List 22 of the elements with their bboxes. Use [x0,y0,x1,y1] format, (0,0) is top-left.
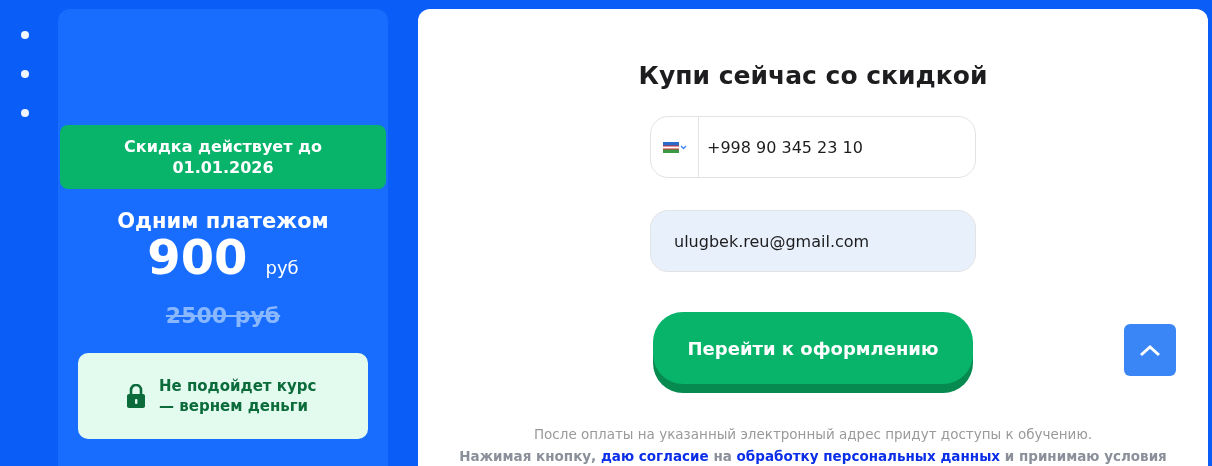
lock-icon [127,384,145,408]
carousel-dot[interactable] [21,31,29,39]
discount-banner: Скидка действует до 01.01.2026 [60,125,386,189]
old-price: 2500 руб [165,303,281,328]
consent-text: Нажимая кнопку, даю согласие на обработку персональных данных и принимаю условия [459,448,1167,464]
phone-field[interactable]: +998 90 345 23 10 [650,116,976,178]
phone-input[interactable]: +998 90 345 23 10 [699,137,975,157]
note-text: После оплаты на указанный электронный адрес придут доступы к обучению. [533,426,1093,442]
price: 900 [147,231,248,283]
carousel-dot[interactable] [21,109,29,117]
payment-label: Одним платежом [117,209,329,233]
flag-icon [662,142,679,153]
chevron-up-icon [1139,343,1161,357]
form-title: Купи сейчас со скидкой [638,61,988,90]
guarantee-text: Не подойдет курс — вернем деньги [159,376,318,416]
scroll-up-button[interactable] [1124,324,1176,376]
carousel-dot[interactable] [21,70,29,78]
consent-link[interactable]: даю согласие [600,448,709,464]
consent-link[interactable]: обработку персональных данных [736,448,1001,464]
currency: руб [265,257,299,278]
email-field[interactable]: ulugbek.reu@gmail.com [650,210,976,272]
chevron-down-icon [679,145,687,150]
